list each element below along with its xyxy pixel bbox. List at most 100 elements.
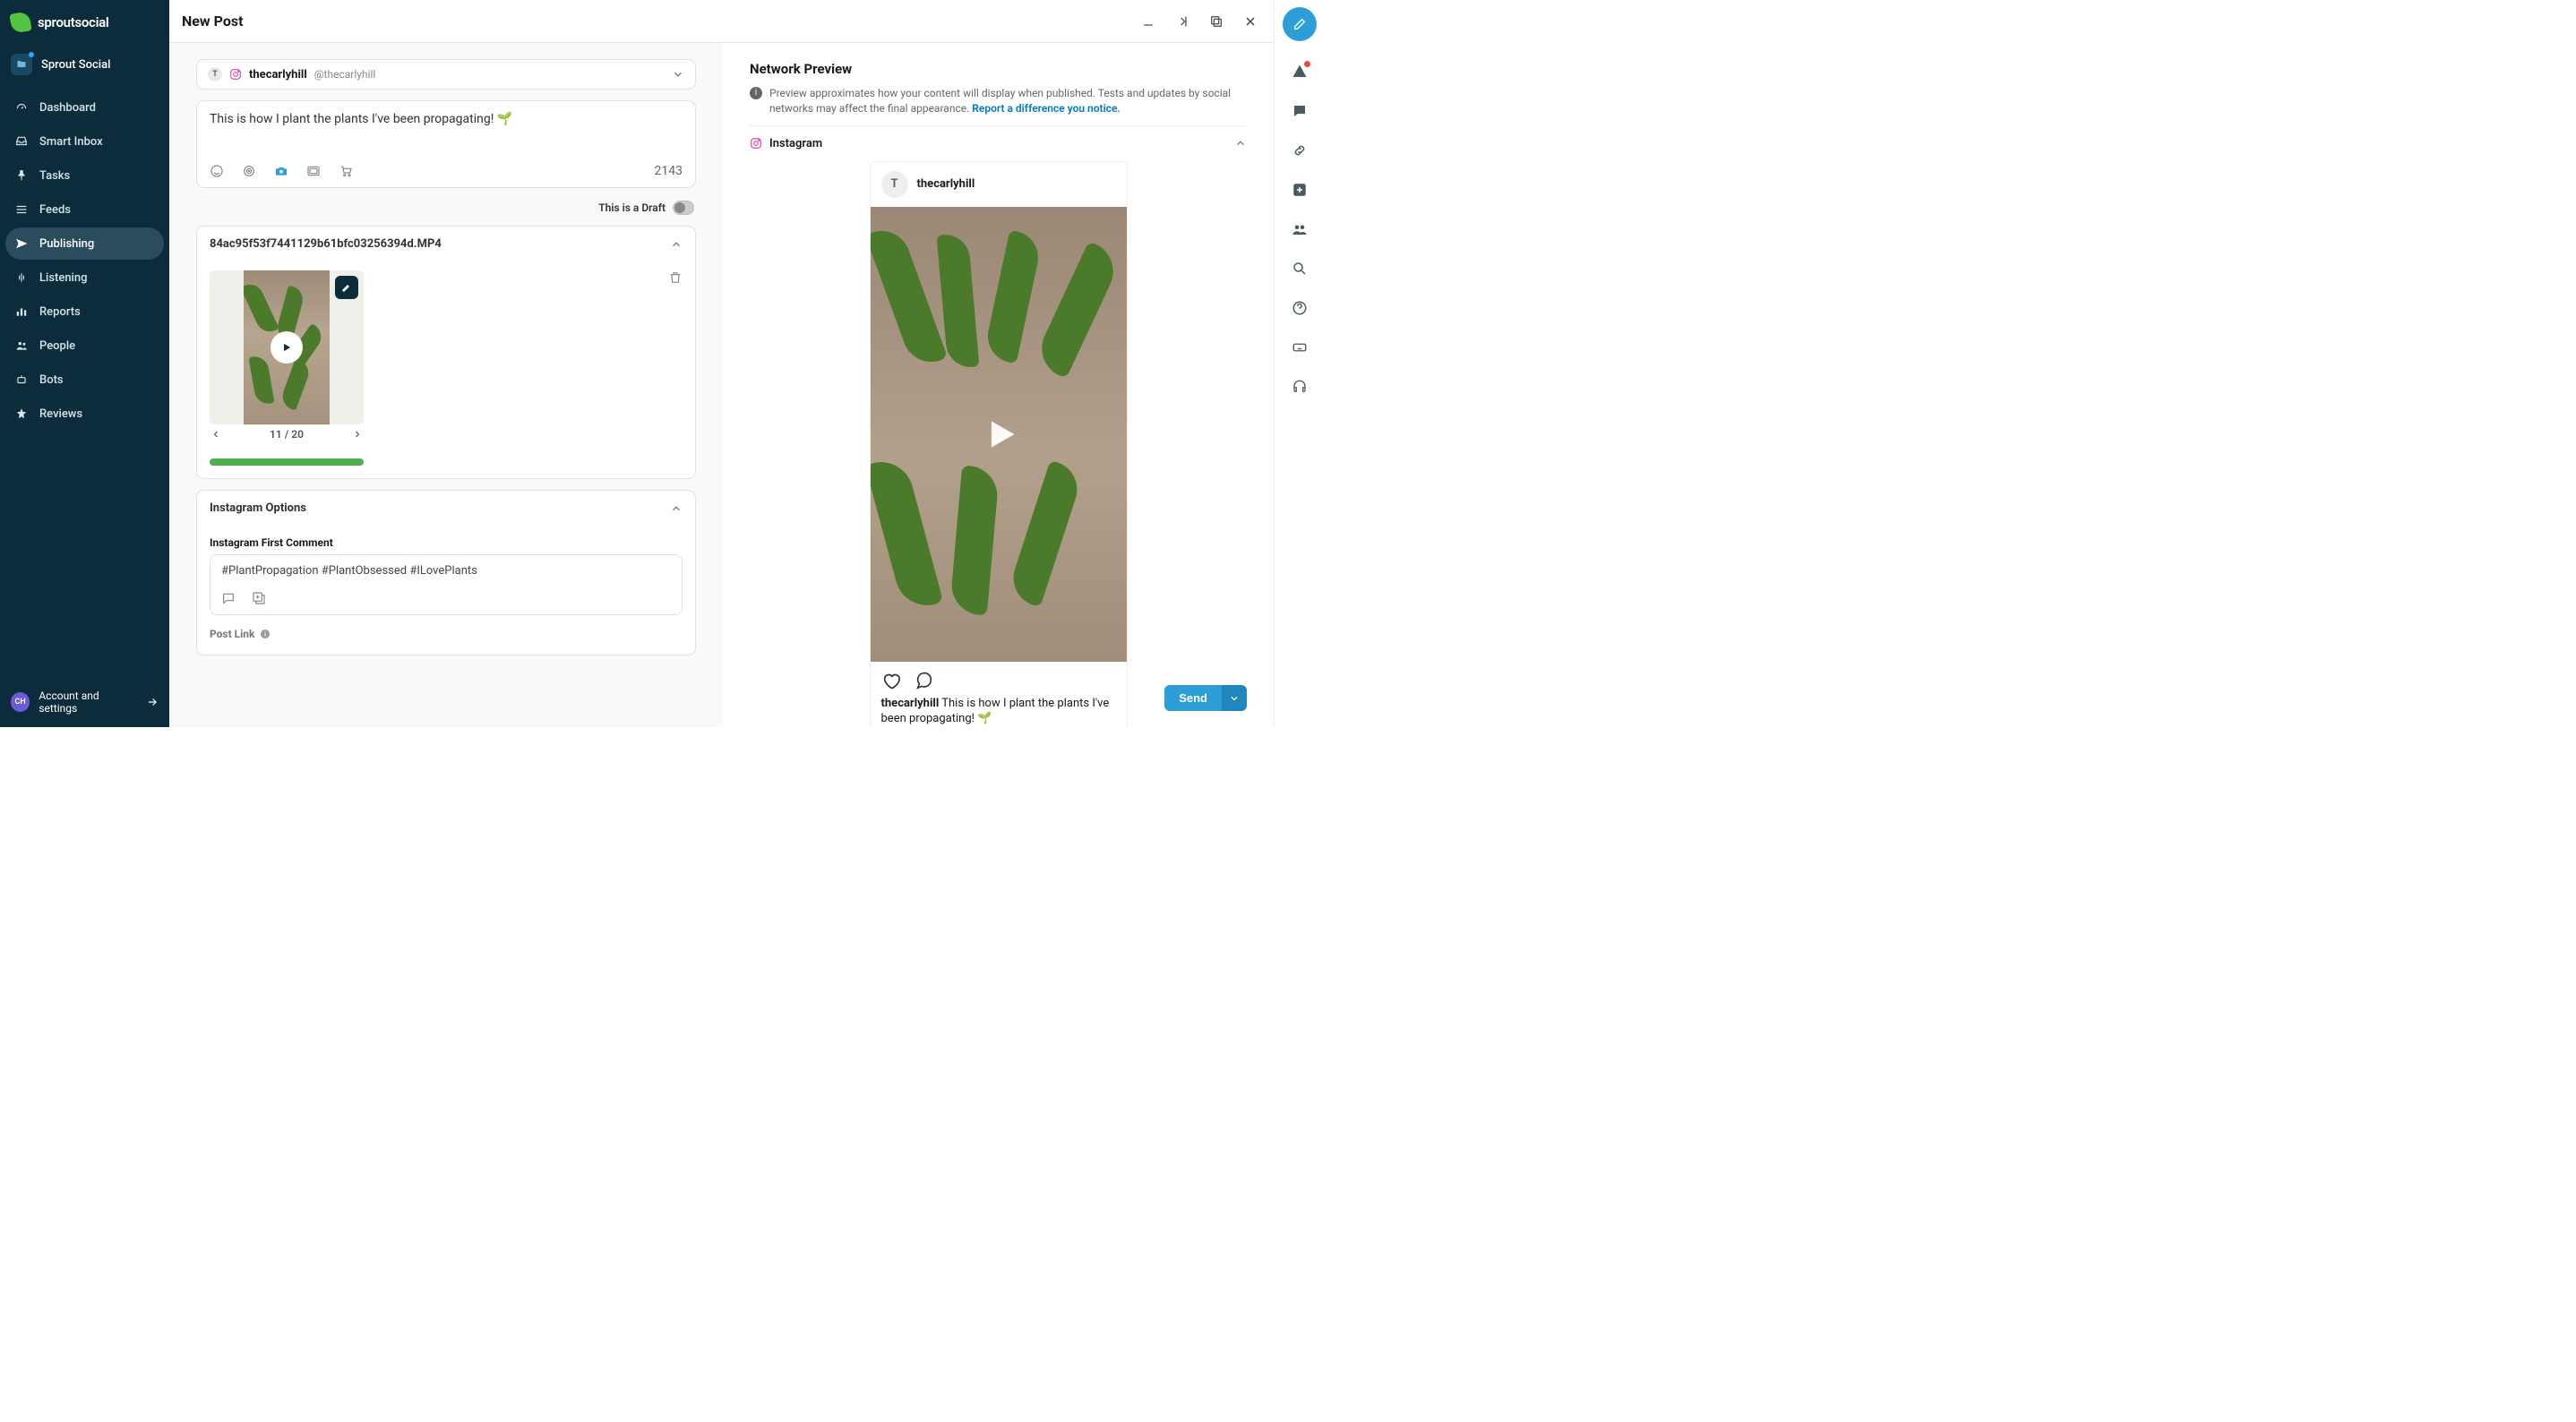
edit-thumbnail-button[interactable] — [335, 276, 358, 299]
ig-options-title: Instagram Options — [210, 501, 306, 515]
sidebar-item-feeds[interactable]: Feeds — [5, 193, 164, 226]
draft-label: This is a Draft — [598, 201, 665, 214]
network-header[interactable]: Instagram — [750, 125, 1247, 161]
link-button[interactable] — [1282, 133, 1318, 168]
account-settings[interactable]: CH Account and settings — [0, 677, 169, 727]
char-count: 2143 — [655, 164, 683, 178]
media-header[interactable]: 84ac95f53f7441129b61bfc03256394d.MP4 — [197, 227, 695, 261]
prev-frame-button[interactable] — [210, 429, 221, 440]
logo-leaf-icon — [9, 11, 31, 33]
profile-name: thecarlyhill — [249, 68, 307, 81]
header-actions — [1138, 11, 1261, 32]
send-button[interactable]: Send — [1164, 685, 1222, 711]
network-label: Instagram — [769, 137, 822, 150]
search-button[interactable] — [1282, 251, 1318, 287]
columns: T thecarlyhill @thecarlyhill This is how… — [169, 43, 1274, 727]
folder-icon — [11, 54, 32, 75]
footer-label: Account and settings — [39, 690, 137, 715]
sidebar-item-smart-inbox[interactable]: Smart Inbox — [5, 125, 164, 158]
first-comment-input[interactable]: #PlantPropagation #PlantObsessed #ILoveP… — [221, 564, 671, 582]
sidebar-item-label: Listening — [39, 271, 87, 285]
compose-column: T thecarlyhill @thecarlyhill This is how… — [169, 43, 723, 727]
minimize-button[interactable] — [1138, 11, 1159, 32]
bar-chart-icon — [14, 304, 29, 319]
profile-handle: @thecarlyhill — [314, 68, 376, 81]
media-section: 84ac95f53f7441129b61bfc03256394d.MP4 — [196, 226, 696, 479]
user-avatar: CH — [11, 692, 30, 712]
sidebar-item-label: Dashboard — [39, 101, 96, 115]
sidebar-item-label: Smart Inbox — [39, 135, 103, 149]
sidebar-item-reports[interactable]: Reports — [5, 296, 164, 328]
audio-icon — [14, 270, 29, 285]
close-button[interactable] — [1240, 11, 1261, 32]
keyboard-button[interactable] — [1282, 330, 1318, 365]
media-pager: 11 / 20 — [210, 428, 364, 441]
post-link-label: Post Link — [210, 628, 254, 640]
cart-icon[interactable] — [339, 164, 353, 178]
copy-button[interactable] — [1206, 11, 1227, 32]
sidebar-item-reviews[interactable]: Reviews — [5, 398, 164, 430]
compose-fab[interactable] — [1283, 7, 1317, 41]
workspace-selector[interactable]: Sprout Social — [0, 45, 169, 91]
media-filename: 84ac95f53f7441129b61bfc03256394d.MP4 — [210, 237, 442, 251]
first-comment-label: Instagram First Comment — [210, 536, 683, 549]
instagram-options-section: Instagram Options Instagram First Commen… — [196, 490, 696, 655]
post-link-row: Post Link — [210, 628, 683, 640]
add-asset-icon[interactable] — [252, 591, 266, 605]
star-icon — [14, 407, 29, 421]
caption-input[interactable]: This is how I plant the plants I've been… — [210, 112, 683, 157]
profile-selector[interactable]: T thecarlyhill @thecarlyhill — [196, 59, 696, 90]
add-content-button[interactable] — [1282, 172, 1318, 208]
chevron-up-icon — [670, 502, 683, 515]
report-link[interactable]: Report a difference you notice. — [972, 102, 1121, 115]
send-dropdown-button[interactable] — [1222, 685, 1247, 711]
messages-button[interactable] — [1282, 93, 1318, 129]
sidebar-item-publishing[interactable]: Publishing — [5, 227, 164, 260]
logo-text: sproutsocial — [38, 14, 109, 30]
play-icon — [270, 331, 303, 364]
sidebar-item-label: Bots — [39, 373, 64, 387]
sidebar-item-dashboard[interactable]: Dashboard — [5, 91, 164, 124]
target-icon[interactable] — [242, 164, 256, 178]
people-icon — [14, 338, 29, 353]
sidebar-item-tasks[interactable]: Tasks — [5, 159, 164, 192]
sidebar-item-bots[interactable]: Bots — [5, 364, 164, 396]
page-title: New Post — [182, 13, 244, 30]
alerts-button[interactable] — [1282, 54, 1318, 90]
support-button[interactable] — [1282, 369, 1318, 405]
profile-avatar: T — [208, 67, 222, 81]
video-thumbnail[interactable] — [210, 270, 364, 424]
sidebar-item-label: Reviews — [39, 407, 82, 421]
comment-bubble-icon — [914, 671, 933, 690]
help-button[interactable] — [1282, 290, 1318, 326]
caption-user: thecarlyhill — [881, 697, 940, 710]
sidebar: sproutsocial Sprout Social Dashboard Sma… — [0, 0, 169, 727]
info-icon[interactable] — [260, 629, 270, 639]
sidebar-item-people[interactable]: People — [5, 330, 164, 362]
next-frame-button[interactable] — [352, 429, 363, 440]
preview-username: thecarlyhill — [917, 177, 975, 191]
arrow-right-icon — [146, 696, 159, 708]
sidebar-item-listening[interactable]: Listening — [5, 261, 164, 294]
heart-icon — [881, 671, 901, 690]
preview-notice: i Preview approximates how your content … — [750, 86, 1247, 116]
ig-options-header[interactable]: Instagram Options — [197, 491, 695, 526]
instagram-icon — [229, 68, 242, 81]
team-button[interactable] — [1282, 211, 1318, 247]
inbox-icon — [14, 134, 29, 149]
chevron-up-icon — [670, 238, 683, 251]
gif-icon[interactable] — [306, 164, 321, 178]
upload-progress — [210, 458, 364, 466]
comment-icon[interactable] — [221, 591, 236, 605]
editor-toolbar: 2143 — [210, 157, 683, 178]
send-icon — [14, 236, 29, 251]
preview-caption: thecarlyhill This is how I plant the pla… — [871, 696, 1127, 727]
pin-icon — [14, 168, 29, 183]
dock-right-button[interactable] — [1172, 11, 1193, 32]
draft-toggle[interactable] — [673, 201, 694, 215]
instagram-preview-card: T thecarlyhill — [870, 161, 1128, 727]
delete-media-button[interactable] — [668, 270, 683, 285]
emoji-icon[interactable] — [210, 164, 224, 178]
camera-icon[interactable] — [274, 164, 288, 178]
preview-media — [871, 207, 1128, 662]
